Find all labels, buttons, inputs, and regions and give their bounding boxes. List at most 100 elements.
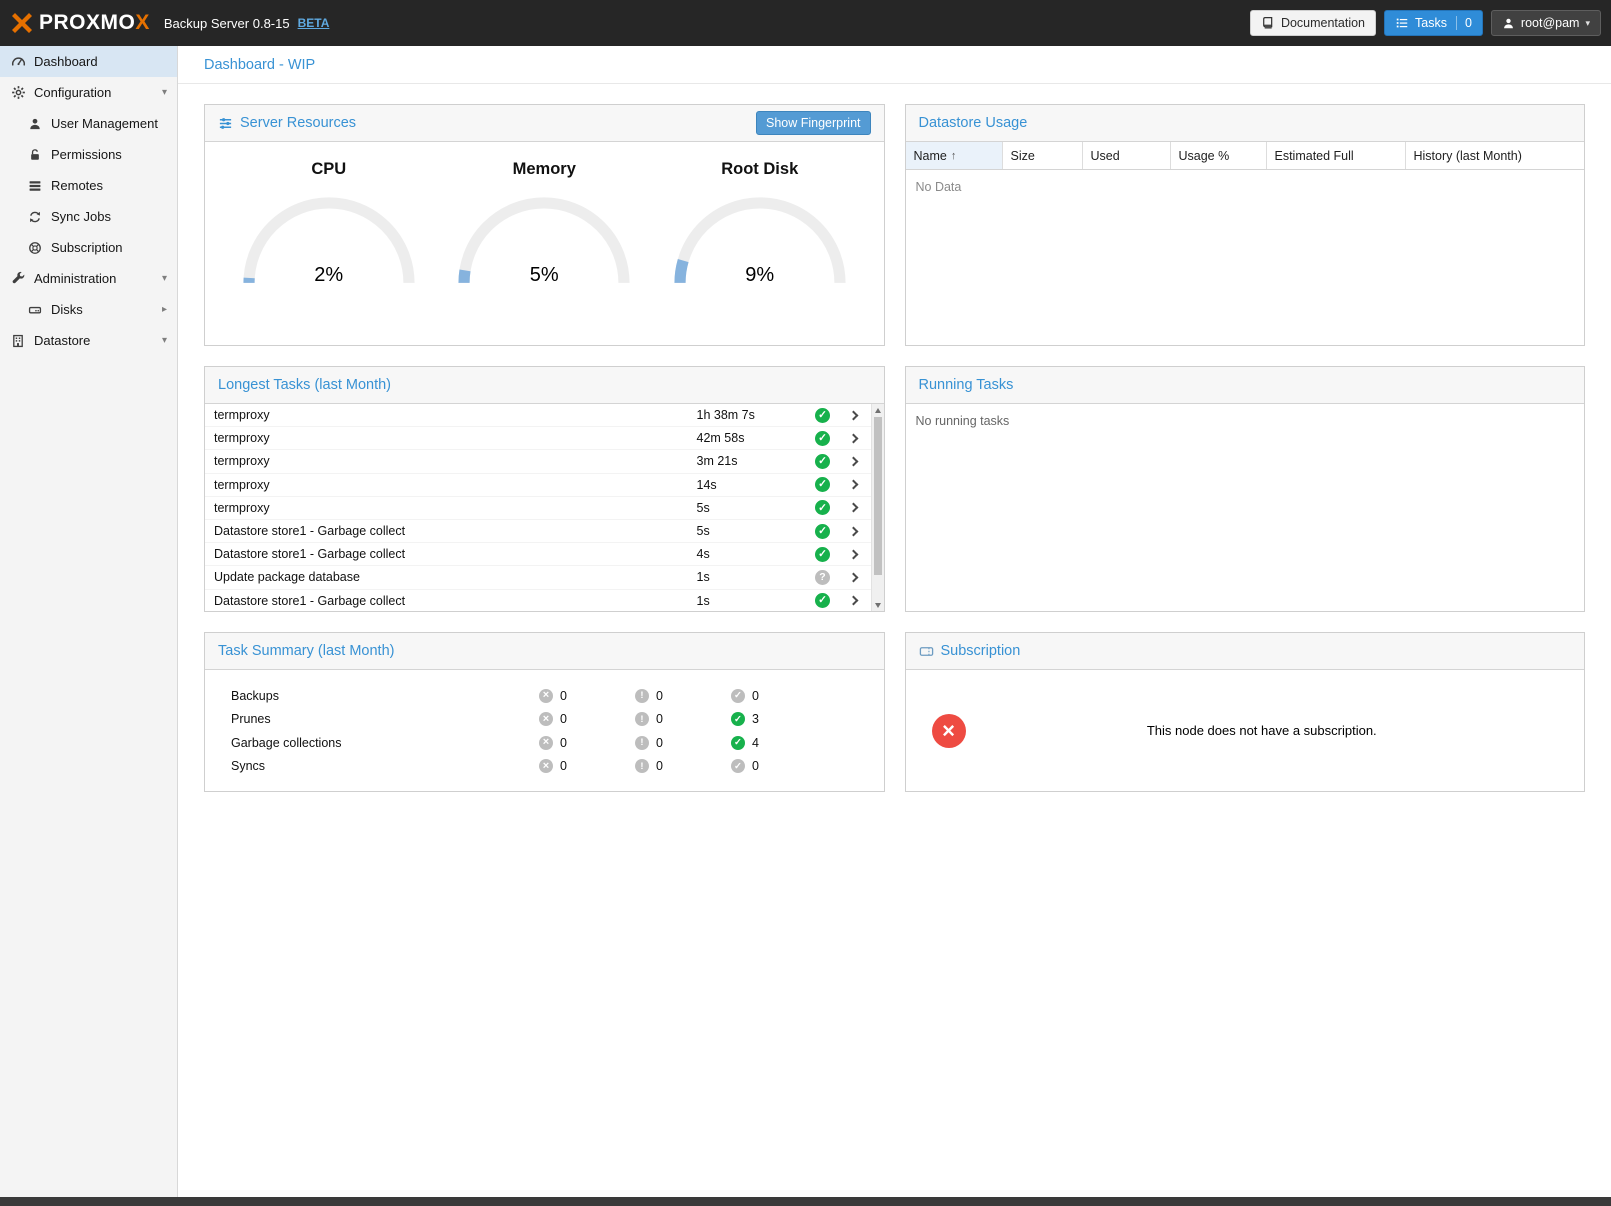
sliders-icon: [218, 116, 233, 131]
column-header-size[interactable]: Size: [1003, 142, 1083, 169]
chevron-right-icon[interactable]: [841, 574, 867, 581]
task-row[interactable]: Datastore store1 - Garbage collect 5s: [205, 520, 871, 543]
caret-right-icon[interactable]: ▸: [162, 304, 167, 315]
warning-count: 0: [656, 712, 663, 726]
scrollbar-thumb[interactable]: [874, 417, 882, 575]
page-titlebar: Dashboard - WIP: [178, 46, 1611, 84]
chevron-right-icon[interactable]: [841, 458, 867, 465]
sidebar-item-datastore[interactable]: Datastore ▾: [0, 325, 177, 356]
scrollbar[interactable]: [871, 404, 884, 611]
sidebar-item-user-management[interactable]: User Management: [0, 108, 177, 139]
sidebar-item-dashboard[interactable]: Dashboard: [0, 46, 177, 77]
summary-row[interactable]: Backups 0 0 0: [231, 684, 858, 708]
sidebar-item-label: Remotes: [51, 178, 103, 193]
warning-count: 0: [656, 689, 663, 703]
caret-down-icon[interactable]: ▾: [162, 335, 167, 346]
scroll-up-button[interactable]: [872, 404, 884, 416]
column-header-used[interactable]: Used: [1083, 142, 1171, 169]
task-row[interactable]: termproxy 5s: [205, 497, 871, 520]
longest-tasks-list: termproxy 1h 38m 7s termproxy 42m 58s: [205, 404, 884, 611]
summary-row[interactable]: Syncs 0 0 0: [231, 755, 858, 779]
sidebar-item-label: Subscription: [51, 240, 123, 255]
task-status-icon: [815, 524, 830, 539]
task-status-icon: [815, 500, 830, 515]
tasks-button[interactable]: Tasks 0: [1384, 10, 1483, 36]
chevron-right-icon[interactable]: [841, 412, 867, 419]
proxmox-x-icon: [10, 11, 34, 35]
documentation-label: Documentation: [1281, 16, 1365, 30]
panel-title: Running Tasks: [919, 377, 1014, 393]
task-status-icon: [815, 593, 830, 608]
task-duration: 1s: [697, 570, 805, 584]
task-status-icon: [815, 477, 830, 492]
task-status-icon: [815, 547, 830, 562]
panel-title: Server Resources: [240, 115, 356, 131]
warning-circle-icon: [635, 736, 649, 750]
documentation-button[interactable]: Documentation: [1250, 10, 1376, 36]
tasks-label: Tasks: [1415, 16, 1447, 30]
sort-asc-icon: ↑: [951, 150, 957, 162]
task-row[interactable]: termproxy 3m 21s: [205, 450, 871, 473]
task-duration: 5s: [697, 524, 805, 538]
task-status-icon: [815, 408, 830, 423]
sidebar-item-administration[interactable]: Administration ▾: [0, 263, 177, 294]
scroll-down-button[interactable]: [872, 599, 884, 611]
ok-count: 3: [752, 712, 759, 726]
task-name: termproxy: [214, 408, 697, 422]
tasks-count-badge: 0: [1456, 16, 1472, 30]
warning-circle-icon: [635, 759, 649, 773]
summary-row[interactable]: Garbage collections 0 0 4: [231, 731, 858, 755]
warning-circle-icon: [635, 712, 649, 726]
task-duration: 3m 21s: [697, 454, 805, 468]
chevron-right-icon[interactable]: [841, 481, 867, 488]
task-row[interactable]: termproxy 14s: [205, 474, 871, 497]
sidebar-item-subscription[interactable]: Subscription: [0, 232, 177, 263]
panel-title: Task Summary (last Month): [218, 643, 394, 659]
beta-link[interactable]: BETA: [298, 16, 330, 30]
task-row[interactable]: termproxy 1h 38m 7s: [205, 404, 871, 427]
user-menu-button[interactable]: root@pam ▾: [1491, 10, 1601, 36]
sidebar-item-permissions[interactable]: Permissions: [0, 139, 177, 170]
task-row[interactable]: Datastore store1 - Garbage collect 1s: [205, 590, 871, 612]
ok-count: 0: [752, 689, 759, 703]
summary-row[interactable]: Prunes 0 0 3: [231, 708, 858, 732]
no-running-tasks-text: No running tasks: [906, 404, 1585, 438]
sidebar-item-disks[interactable]: Disks ▸: [0, 294, 177, 325]
task-duration: 42m 58s: [697, 431, 805, 445]
chevron-right-icon[interactable]: [841, 504, 867, 511]
ticket-icon: [919, 644, 934, 659]
gauge-value: 5%: [451, 264, 637, 287]
caret-down-icon[interactable]: ▾: [162, 273, 167, 284]
longest-tasks-panel: Longest Tasks (last Month) termproxy 1h …: [204, 366, 885, 612]
sidebar-item-configuration[interactable]: Configuration ▾: [0, 77, 177, 108]
sidebar-item-remotes[interactable]: Remotes: [0, 170, 177, 201]
column-header-history[interactable]: History (last Month): [1406, 142, 1585, 169]
app-window: PROXMOX Backup Server 0.8-15 BETA Docume…: [0, 0, 1611, 1206]
column-header-name[interactable]: Name↑: [906, 142, 1003, 169]
task-row[interactable]: termproxy 42m 58s: [205, 427, 871, 450]
column-header-estimated-full[interactable]: Estimated Full: [1267, 142, 1406, 169]
chevron-right-icon[interactable]: [841, 551, 867, 558]
summary-label: Garbage collections: [231, 736, 539, 750]
gauge-label: CPU: [221, 160, 437, 179]
task-status-icon: [815, 570, 830, 585]
error-count: 0: [560, 689, 567, 703]
chevron-right-icon[interactable]: [841, 528, 867, 535]
task-row[interactable]: Update package database 1s: [205, 566, 871, 589]
chevron-right-icon[interactable]: [841, 597, 867, 604]
task-duration: 1s: [697, 594, 805, 608]
error-circle-icon: [539, 689, 553, 703]
task-duration: 1h 38m 7s: [697, 408, 805, 422]
summary-label: Backups: [231, 689, 539, 703]
task-name: Update package database: [214, 570, 697, 584]
error-circle-icon: [539, 736, 553, 750]
chevron-right-icon[interactable]: [841, 435, 867, 442]
tachometer-icon: [10, 54, 26, 70]
topbar: PROXMOX Backup Server 0.8-15 BETA Docume…: [0, 0, 1611, 46]
sidebar-item-sync-jobs[interactable]: Sync Jobs: [0, 201, 177, 232]
caret-down-icon[interactable]: ▾: [162, 87, 167, 98]
column-header-usage-pct[interactable]: Usage %: [1171, 142, 1267, 169]
task-row[interactable]: Datastore store1 - Garbage collect 4s: [205, 543, 871, 566]
server-resources-panel: Server Resources Show Fingerprint CPU: [204, 104, 885, 346]
show-fingerprint-button[interactable]: Show Fingerprint: [756, 111, 871, 135]
